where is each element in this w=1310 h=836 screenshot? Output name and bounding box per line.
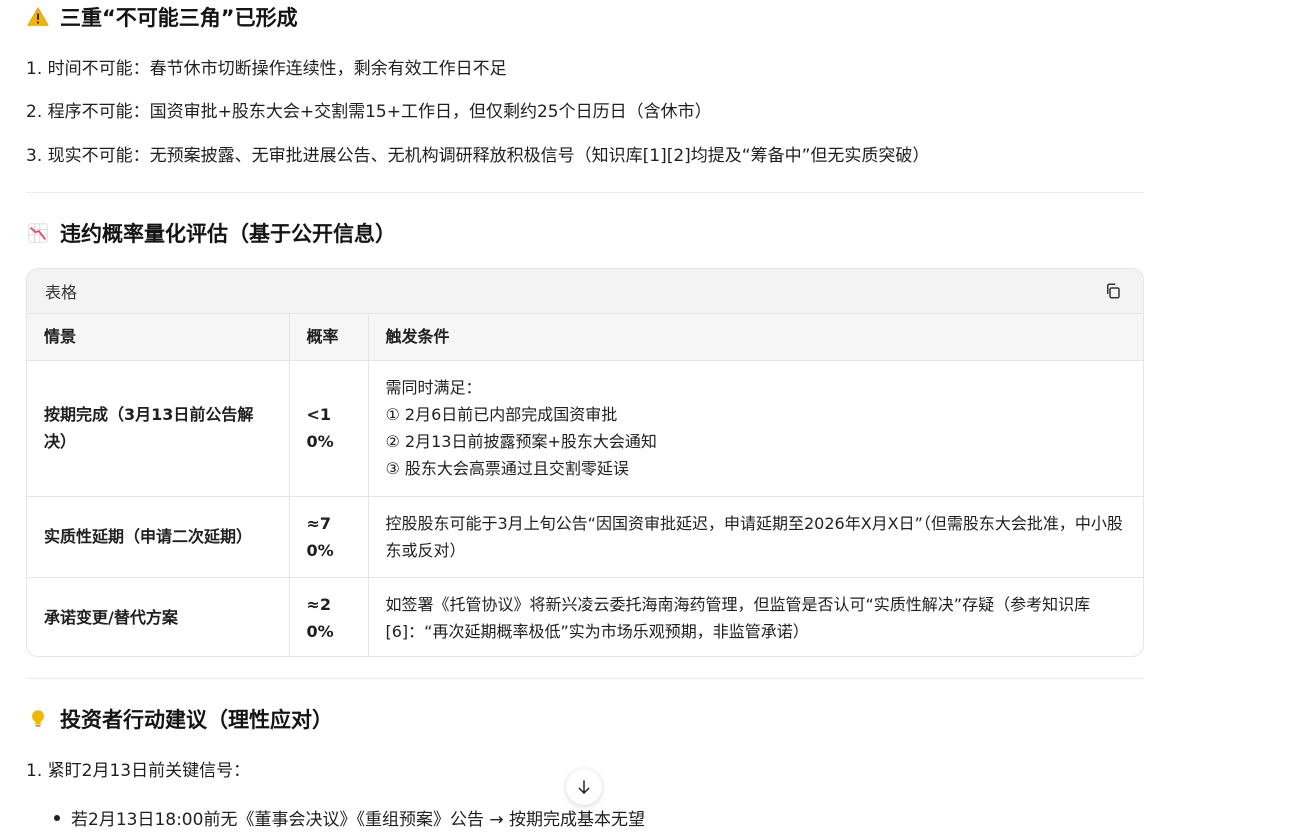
warning-icon — [26, 5, 50, 29]
cell-scenario: 承诺变更/替代方案 — [27, 577, 290, 656]
cell-conditions: 需同时满足： ① 2月6日前已内部完成国资审批 ② 2月13日前披露预案+股东大… — [368, 360, 1143, 497]
divider — [26, 678, 1144, 679]
column-header-probability: 概率 — [289, 314, 369, 361]
list-item: 1. 紧盯2月13日前关键信号： — [26, 761, 251, 781]
condition-line: 控股股东可能于3月上旬公告“因国资审批延迟，申请延期至2026年X月X日”（但需… — [385, 513, 1123, 560]
section-title-investor-advice: 投资者行动建议（理性应对） — [26, 704, 333, 734]
cell-conditions: 控股股东可能于3月上旬公告“因国资审批延迟，申请延期至2026年X月X日”（但需… — [368, 496, 1143, 578]
condition-line: ② 2月13日前披露预案+股东大会通知 — [385, 432, 657, 451]
condition-line: ③ 股东大会高票通过且交割零延误 — [385, 459, 629, 478]
cell-probability: ≈70% — [289, 496, 369, 578]
table-header-row: 情景 概率 触发条件 — [27, 314, 1143, 361]
section-title-text: 投资者行动建议（理性应对） — [60, 708, 333, 732]
column-header-scenario: 情景 — [27, 314, 290, 361]
divider — [26, 192, 1144, 193]
cell-conditions: 如签署《托管协议》将新兴凌云委托海南海药管理，但监管是否认可“实质性解决”存疑（… — [368, 577, 1143, 656]
chart-down-icon — [26, 221, 50, 245]
list-item: 1. 时间不可能：春节休市切断操作连续性，剩余有效工作日不足 — [26, 59, 507, 79]
column-header-conditions: 触发条件 — [368, 314, 1143, 361]
list-item: 2. 程序不可能：国资审批+股东大会+交割需15+工作日，但仅剩约25个日历日（… — [26, 102, 712, 122]
bullet-text: 若2月13日18:00前无《董事会决议》《重组预案》公告 → 按期完成基本无望 — [71, 810, 645, 830]
bullet-dot — [54, 815, 60, 821]
section-title-default-probability: 违约概率量化评估（基于公开信息） — [26, 218, 396, 248]
probability-table: 情景 概率 触发条件 按期完成（3月13日前公告解决） <10% 需同时满足： … — [27, 314, 1143, 656]
table-row: 按期完成（3月13日前公告解决） <10% 需同时满足： ① 2月6日前已内部完… — [27, 360, 1143, 497]
condition-line: ① 2月6日前已内部完成国资审批 — [385, 405, 618, 424]
bullet-item: 若2月13日18:00前无《董事会决议》《重组预案》公告 → 按期完成基本无望 — [54, 808, 645, 832]
section-title-text: 三重“不可能三角”已形成 — [60, 6, 298, 30]
copy-icon[interactable] — [1101, 279, 1125, 303]
condition-line: 如签署《托管协议》将新兴凌云委托海南海药管理，但监管是否认可“实质性解决”存疑（… — [385, 594, 1091, 641]
section-title-text: 违约概率量化评估（基于公开信息） — [60, 222, 396, 246]
condition-line: 需同时满足： — [385, 378, 482, 397]
lightbulb-icon — [26, 707, 50, 731]
cell-scenario: 按期完成（3月13日前公告解决） — [27, 360, 290, 497]
list-item: 3. 现实不可能：无预案披露、无审批进展公告、无机构调研释放积极信号（知识库[1… — [26, 146, 930, 166]
table-row: 实质性延期（申请二次延期） ≈70% 控股股东可能于3月上旬公告“因国资审批延迟… — [27, 496, 1143, 578]
table-card-header: 表格 — [27, 269, 1143, 314]
arrow-down-icon — [578, 780, 590, 794]
cell-scenario: 实质性延期（申请二次延期） — [27, 496, 290, 578]
table-card: 表格 情景 概率 触发条件 按期完成（3月13日前公告解决） <10% 需同时满… — [26, 268, 1144, 657]
cell-probability: ≈20% — [289, 577, 369, 656]
cell-probability: <10% — [289, 360, 369, 497]
scroll-down-button[interactable] — [566, 769, 602, 805]
table-card-title: 表格 — [45, 283, 78, 302]
table-row: 承诺变更/替代方案 ≈20% 如签署《托管协议》将新兴凌云委托海南海药管理，但监… — [27, 577, 1143, 656]
section-title-impossible-triangle: 三重“不可能三角”已形成 — [26, 2, 298, 32]
